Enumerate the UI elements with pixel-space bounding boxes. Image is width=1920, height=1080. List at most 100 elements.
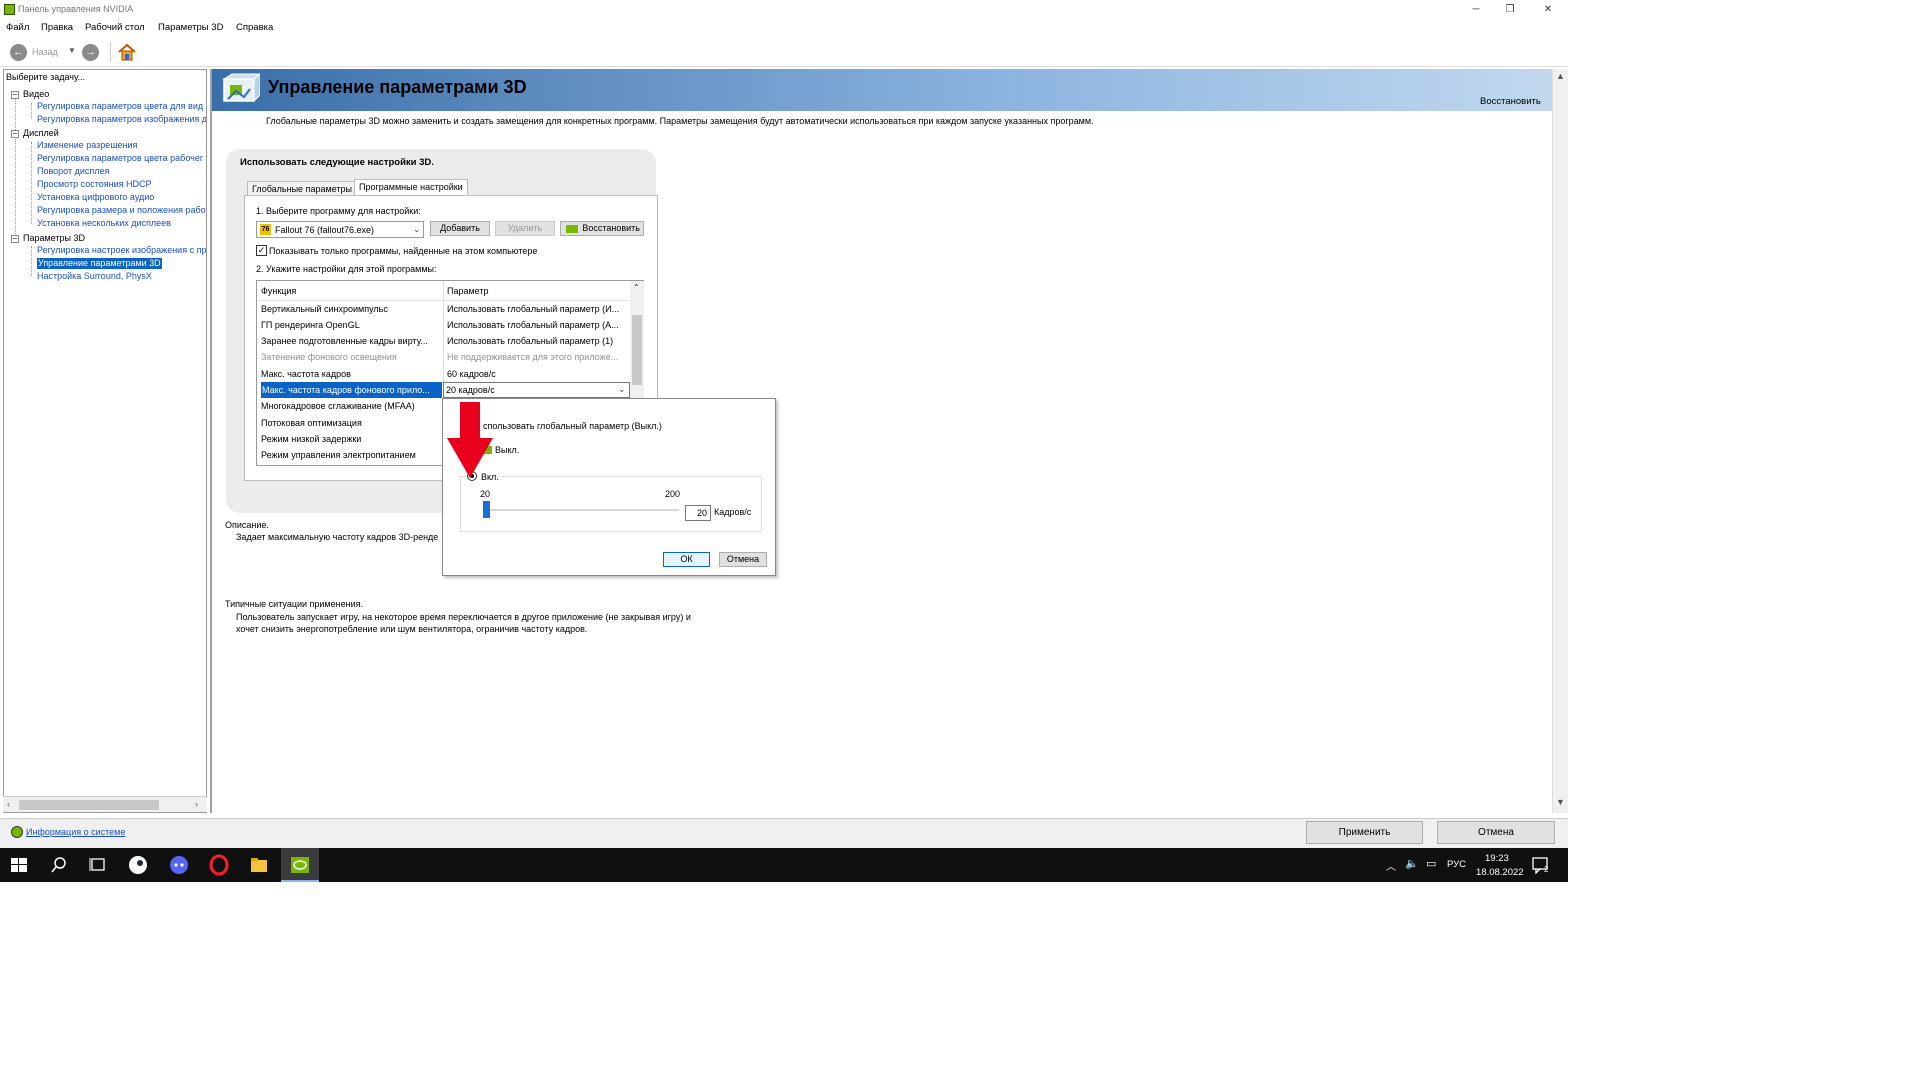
grid-row-value[interactable]: Использовать глобальный параметр (И... bbox=[447, 301, 619, 317]
apply-button[interactable]: Применить bbox=[1306, 821, 1423, 844]
scroll-left-icon[interactable]: ‹ bbox=[7, 799, 10, 809]
tree-item-video-image[interactable]: Регулировка параметров изображения д bbox=[37, 114, 206, 125]
grid-row-value[interactable]: Использовать глобальный параметр (А... bbox=[447, 317, 619, 333]
file-explorer-icon[interactable] bbox=[248, 854, 270, 876]
home-icon[interactable] bbox=[117, 42, 137, 62]
windows-start-icon[interactable] bbox=[8, 854, 30, 876]
popup-cancel-button[interactable]: Отмена bbox=[719, 552, 767, 567]
restore-program-button[interactable]: Восстановить bbox=[560, 221, 644, 236]
collapse-video-icon[interactable]: − bbox=[11, 91, 19, 99]
show-only-label: Показывать только программы, найденные н… bbox=[269, 246, 538, 256]
history-dropdown-icon[interactable]: ▼ bbox=[68, 46, 76, 55]
fps-spin-input[interactable]: 20 bbox=[685, 505, 711, 521]
clock-time[interactable]: 19:23 bbox=[1485, 853, 1509, 864]
program-select[interactable]: 76 Fallout 76 (fallout76.exe) ⌄ bbox=[256, 221, 424, 238]
add-program-button[interactable]: Добавить bbox=[430, 221, 490, 236]
menu-edit[interactable]: Правка bbox=[41, 22, 73, 33]
task-view-icon[interactable] bbox=[87, 854, 109, 876]
grid-row-value[interactable]: Использовать глобальный параметр (1) bbox=[447, 333, 613, 349]
volume-icon[interactable]: 🔈 bbox=[1405, 857, 1419, 870]
grid-scroll-thumb[interactable] bbox=[632, 315, 642, 385]
fps-slider-track[interactable] bbox=[485, 509, 679, 511]
grid-row-feature[interactable]: ГП рендеринга OpenGL bbox=[261, 317, 360, 333]
grid-header-feature: Функция bbox=[261, 286, 297, 296]
tree-item-manage-3d[interactable]: Управление параметрами 3D bbox=[37, 258, 162, 269]
grid-row-feature[interactable]: Многокадровое сглаживание (MFAA) bbox=[261, 398, 415, 414]
tab-global[interactable]: Глобальные параметры bbox=[247, 181, 357, 196]
grid-row-feature: Затенение фонового освещения bbox=[261, 352, 397, 362]
tree-item-digital-audio[interactable]: Установка цифрового аудио bbox=[37, 192, 154, 203]
description-text: Задает максимальную частоту кадров 3D-ре… bbox=[236, 532, 439, 542]
main-vertical-scrollbar[interactable]: ▲ ▼ bbox=[1552, 69, 1568, 813]
grid-row-feature-selected[interactable]: Макс. частота кадров фонового прило... bbox=[261, 382, 442, 398]
option-global-label[interactable]: спользовать глобальный параметр (Выкл.) bbox=[483, 421, 662, 431]
window-title: Панель управления NVIDIA bbox=[18, 4, 134, 14]
step1-label: 1. Выберите программу для настройки: bbox=[256, 206, 421, 216]
opera-icon[interactable] bbox=[208, 854, 230, 876]
description-label: Описание. bbox=[225, 520, 269, 530]
footer-cancel-button[interactable]: Отмена bbox=[1437, 821, 1555, 844]
tree-guide-line bbox=[15, 98, 16, 240]
collapse-display-icon[interactable]: − bbox=[11, 130, 19, 138]
collapse-3d-icon[interactable]: − bbox=[11, 235, 19, 243]
tree-group-video[interactable]: Видео bbox=[23, 89, 49, 100]
title-bar: Панель управления NVIDIA ─ ❐ ✕ bbox=[0, 0, 1568, 20]
menu-file[interactable]: Файл bbox=[6, 22, 29, 33]
tray-overflow-icon[interactable]: ︿ bbox=[1386, 858, 1396, 873]
menu-desktop[interactable]: Рабочий стол bbox=[85, 22, 145, 33]
back-arrow-icon[interactable]: ← bbox=[10, 44, 27, 61]
search-icon[interactable] bbox=[48, 854, 70, 876]
discord-icon[interactable] bbox=[168, 854, 190, 876]
program-select-value: Fallout 76 (fallout76.exe) bbox=[275, 225, 375, 235]
minimize-button[interactable]: ─ bbox=[1466, 3, 1486, 17]
tree-item-desktop-size[interactable]: Регулировка размера и положения рабо bbox=[37, 205, 206, 216]
close-button[interactable]: ✕ bbox=[1538, 3, 1558, 17]
show-only-checkbox[interactable]: ✓ bbox=[256, 245, 267, 256]
forward-arrow-icon[interactable]: → bbox=[82, 44, 99, 61]
tree-item-hdcp[interactable]: Просмотр состояния HDCP bbox=[37, 179, 151, 190]
scroll-down-icon[interactable]: ▼ bbox=[1556, 797, 1565, 807]
step2-label: 2. Укажите настройки для этой программы: bbox=[256, 264, 437, 274]
tree-group-3d[interactable]: Параметры 3D bbox=[23, 233, 85, 244]
restore-button[interactable]: ❐ bbox=[1500, 3, 1520, 17]
tree-item-video-color[interactable]: Регулировка параметров цвета для вид bbox=[37, 101, 203, 112]
scroll-up-icon[interactable]: ▲ bbox=[1556, 71, 1565, 81]
nvidia-taskbar-item[interactable] bbox=[281, 848, 319, 882]
popup-ok-button[interactable]: ОК bbox=[663, 552, 710, 567]
nvidia-logo-icon bbox=[566, 225, 578, 233]
tree-horizontal-scrollbar[interactable]: ‹ › bbox=[3, 796, 207, 812]
tab-program[interactable]: Программные настройки bbox=[354, 179, 468, 195]
grid-row-feature[interactable]: Режим низкой задержки bbox=[261, 431, 361, 447]
network-icon[interactable]: ▭ bbox=[1426, 857, 1436, 870]
menu-3d-settings[interactable]: Параметры 3D bbox=[158, 22, 223, 33]
tree-item-multi-display[interactable]: Установка нескольких дисплеев bbox=[37, 218, 171, 229]
tree-item-rotate[interactable]: Поворот дисплея bbox=[37, 166, 109, 177]
system-info-link[interactable]: Информация о системе bbox=[26, 827, 125, 837]
grid-row-feature[interactable]: Заранее подготовленные кадры вирту... bbox=[261, 333, 428, 349]
slider-max-label: 200 bbox=[665, 489, 681, 499]
tree-item-surround-physx[interactable]: Настройка Surround, PhysX bbox=[37, 271, 152, 282]
language-indicator[interactable]: РУС bbox=[1447, 859, 1466, 870]
grid-row-feature[interactable]: Вертикальный синхроимпульс bbox=[261, 301, 388, 317]
page-intro: Глобальные параметры 3D можно заменить и… bbox=[266, 116, 1094, 126]
scroll-up-icon[interactable]: ⌃ bbox=[633, 283, 640, 292]
tree-group-display[interactable]: Дисплей bbox=[23, 128, 59, 139]
remove-program-button[interactable]: Удалить bbox=[495, 221, 555, 236]
grid-row-feature[interactable]: Макс. частота кадров bbox=[261, 366, 351, 382]
grid-row-feature[interactable]: Режим управления электропитанием bbox=[261, 447, 416, 463]
fps-slider-thumb[interactable] bbox=[483, 501, 490, 518]
tree-item-resolution[interactable]: Изменение разрешения bbox=[37, 140, 137, 151]
menu-help[interactable]: Справка bbox=[236, 22, 273, 33]
scroll-thumb[interactable] bbox=[19, 800, 159, 810]
system-info-icon[interactable] bbox=[11, 826, 23, 838]
clock-date[interactable]: 18.08.2022 bbox=[1476, 867, 1524, 878]
restore-defaults-link[interactable]: Восстановить bbox=[1480, 96, 1541, 107]
steam-icon[interactable] bbox=[127, 854, 149, 876]
scroll-right-icon[interactable]: › bbox=[195, 799, 198, 809]
background-fps-dropdown[interactable]: 20 кадров/с ⌄ bbox=[443, 382, 630, 398]
tree-item-image-preview[interactable]: Регулировка настроек изображения с пр bbox=[37, 245, 206, 256]
grid-row-value[interactable]: 60 кадров/с bbox=[447, 366, 496, 382]
back-label[interactable]: Назад bbox=[32, 47, 58, 57]
tree-item-desktop-color[interactable]: Регулировка параметров цвета рабочег bbox=[37, 153, 203, 164]
grid-row-feature[interactable]: Потоковая оптимизация bbox=[261, 415, 362, 431]
